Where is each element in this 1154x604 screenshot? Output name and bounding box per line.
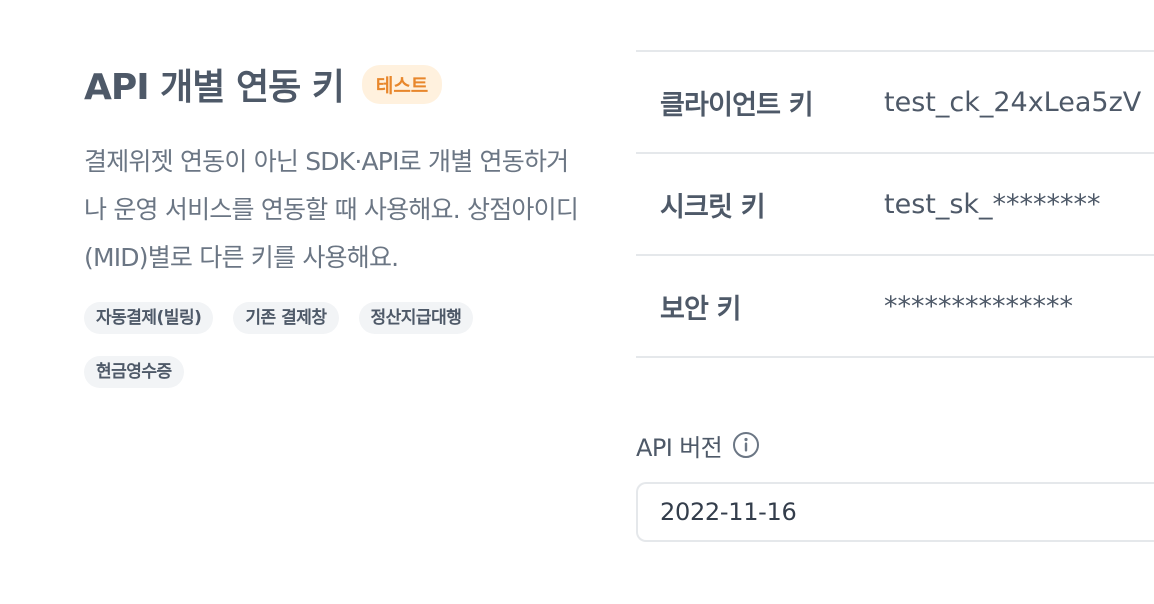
- secret-key-label: 시크릿 키: [660, 191, 766, 223]
- api-version-select[interactable]: 2022-11-16: [636, 482, 1154, 542]
- secret-key-value[interactable]: test_sk_********: [884, 189, 1101, 220]
- tag-billing: 자동결제(빌링): [84, 302, 214, 334]
- security-key-label: 보안 키: [660, 293, 742, 325]
- section-title: API 개별 연동 키: [84, 67, 345, 108]
- key-row-secret: 시크릿 키 test_sk_********: [636, 154, 1154, 256]
- api-version-label: API 버전: [636, 433, 723, 462]
- key-row-client: 클라이언트 키 test_ck_24xLea5zV: [636, 52, 1154, 154]
- section-intro: API 개별 연동 키 테스트 결제위젯 연동이 아닌 SDK·API로 개별 …: [84, 56, 584, 388]
- api-version-value: 2022-11-16: [660, 498, 797, 526]
- info-icon[interactable]: [732, 431, 760, 459]
- client-key-value[interactable]: test_ck_24xLea5zV: [884, 87, 1141, 118]
- api-version-label-row: API 버전: [636, 428, 1154, 462]
- api-keys-page: API 개별 연동 키 테스트 결제위젯 연동이 아닌 SDK·API로 개별 …: [0, 0, 1154, 604]
- tag-list: 자동결제(빌링) 기존 결제창 정산지급대행 현금영수증: [84, 302, 554, 388]
- security-key-value[interactable]: **************: [884, 291, 1073, 322]
- title-row: API 개별 연동 키 테스트: [84, 56, 584, 112]
- tag-payout: 정산지급대행: [358, 302, 474, 334]
- test-badge: 테스트: [361, 64, 443, 104]
- tag-legacy-checkout: 기존 결제창: [233, 302, 339, 334]
- key-table: 클라이언트 키 test_ck_24xLea5zV 시크릿 키 test_sk_…: [636, 50, 1154, 358]
- section-description: 결제위젯 연동이 아닌 SDK·API로 개별 연동하거나 운영 서비스를 연동…: [84, 147, 579, 272]
- client-key-label: 클라이언트 키: [660, 89, 814, 121]
- api-version-section: API 버전 2022-11-16: [636, 428, 1154, 542]
- key-row-security: 보안 키 **************: [636, 256, 1154, 358]
- keys-panel: 클라이언트 키 test_ck_24xLea5zV 시크릿 키 test_sk_…: [636, 50, 1154, 542]
- tag-cash-receipt: 현금영수증: [84, 356, 184, 388]
